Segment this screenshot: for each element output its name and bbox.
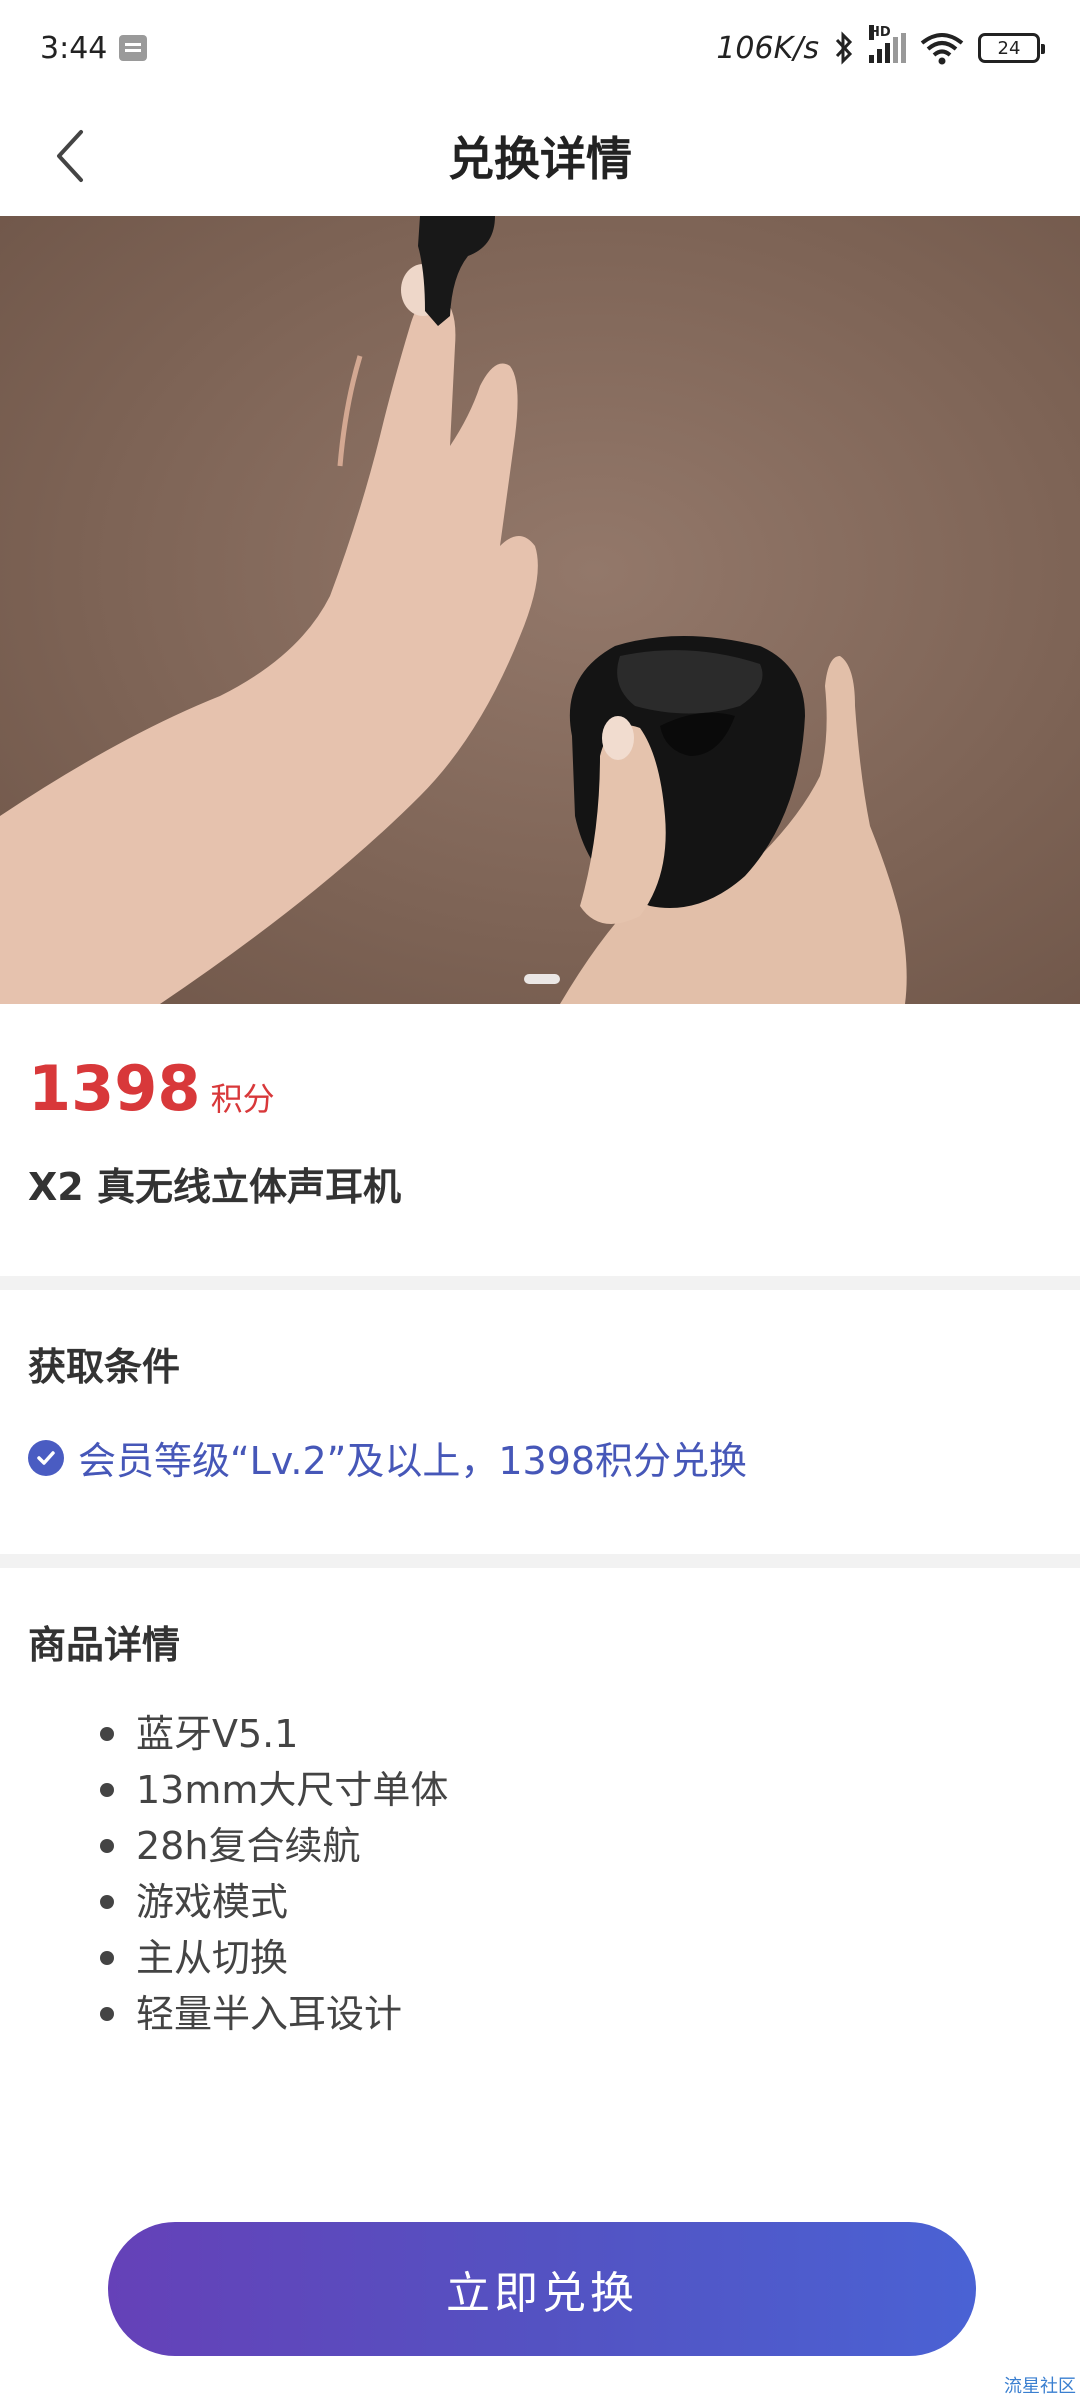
section-divider: [0, 1554, 1080, 1568]
feature-text: 13mm大尺寸单体: [136, 1768, 449, 1812]
hd-label: HD: [869, 25, 891, 40]
status-bar: 3:44 106K/s HD 24: [0, 0, 1080, 96]
bullet-icon: [100, 1839, 114, 1853]
details-title: 商品详情: [28, 1623, 181, 1667]
feature-item: 主从切换: [100, 1930, 448, 1986]
price-unit: 积分: [210, 1080, 275, 1118]
condition-text: 会员等级“Lv.2”及以上，1398积分兑换: [78, 1439, 748, 1483]
network-speed: 106K/s: [716, 30, 819, 66]
feature-text: 蓝牙V5.1: [136, 1712, 299, 1756]
feature-text: 轻量半入耳设计: [136, 1992, 403, 2036]
carousel-indicator: [524, 974, 560, 984]
status-time: 3:44: [40, 30, 108, 66]
nav-bar: 兑换详情: [0, 96, 1080, 216]
bullet-icon: [100, 1727, 114, 1741]
feature-text: 主从切换: [136, 1936, 289, 1980]
feature-list: 蓝牙V5.1 13mm大尺寸单体 28h复合续航 游戏模式 主从切换 轻量半入耳…: [100, 1706, 448, 2042]
chevron-left-icon: [57, 130, 83, 182]
feature-item: 13mm大尺寸单体: [100, 1762, 448, 1818]
bullet-icon: [100, 1951, 114, 1965]
wifi-icon: [920, 33, 964, 65]
feature-text: 28h复合续航: [136, 1824, 361, 1868]
condition-item: 会员等级“Lv.2”及以上，1398积分兑换: [28, 1430, 747, 1485]
bullet-icon: [100, 1895, 114, 1909]
bullet-icon: [100, 1783, 114, 1797]
price-value: 1398: [28, 1052, 201, 1125]
status-left: 3:44: [40, 30, 148, 66]
price-section: 1398 积分 X2 真无线立体声耳机: [0, 1004, 1080, 1276]
feature-item: 轻量半入耳设计: [100, 1986, 448, 2042]
feature-text: 游戏模式: [136, 1880, 289, 1924]
feature-item: 28h复合续航: [100, 1818, 448, 1874]
back-button[interactable]: [40, 126, 100, 186]
cellular-signal-icon: HD: [869, 25, 906, 63]
battery-icon: 24: [978, 33, 1045, 63]
feature-item: 蓝牙V5.1: [100, 1706, 448, 1762]
battery-level: 24: [997, 37, 1021, 59]
product-photo: [0, 216, 907, 1004]
conditions-title: 获取条件: [28, 1345, 181, 1389]
bluetooth-icon: [835, 31, 853, 65]
page-title: 兑换详情: [448, 132, 632, 186]
section-divider: [0, 1276, 1080, 1290]
check-circle-icon: [28, 1439, 64, 1476]
watermark: 流星社区: [1004, 2376, 1076, 2397]
feature-item: 游戏模式: [100, 1874, 448, 1930]
price-row: 1398 积分: [28, 1052, 275, 1125]
product-name: X2 真无线立体声耳机: [28, 1165, 401, 1209]
product-image-carousel[interactable]: [0, 216, 1080, 1004]
message-notification-icon: [119, 35, 148, 61]
status-right: 106K/s HD 24: [716, 25, 1045, 66]
redeem-button[interactable]: 立即兑换: [108, 2222, 976, 2356]
bullet-icon: [100, 2007, 114, 2021]
